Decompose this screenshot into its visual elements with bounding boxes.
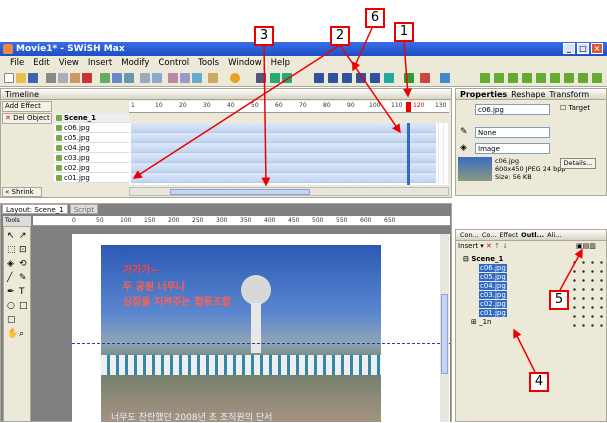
arrow-5 (559, 248, 583, 291)
arrow-2 (132, 44, 341, 179)
annotation-label-6: 6 (365, 8, 385, 28)
arrow-4 (513, 328, 536, 373)
annotation-label-4: 4 (529, 372, 549, 392)
annotation-label-2: 2 (330, 26, 350, 46)
arrow-1 (402, 40, 412, 98)
arrow-6 (351, 27, 373, 72)
annotation-label-3: 3 (254, 26, 274, 46)
annotation-label-5: 5 (549, 290, 569, 310)
arrow-2b (339, 44, 401, 134)
annotation-label-1: 1 (394, 22, 414, 42)
arrow-3 (261, 44, 271, 187)
annotation-arrows (132, 27, 583, 373)
